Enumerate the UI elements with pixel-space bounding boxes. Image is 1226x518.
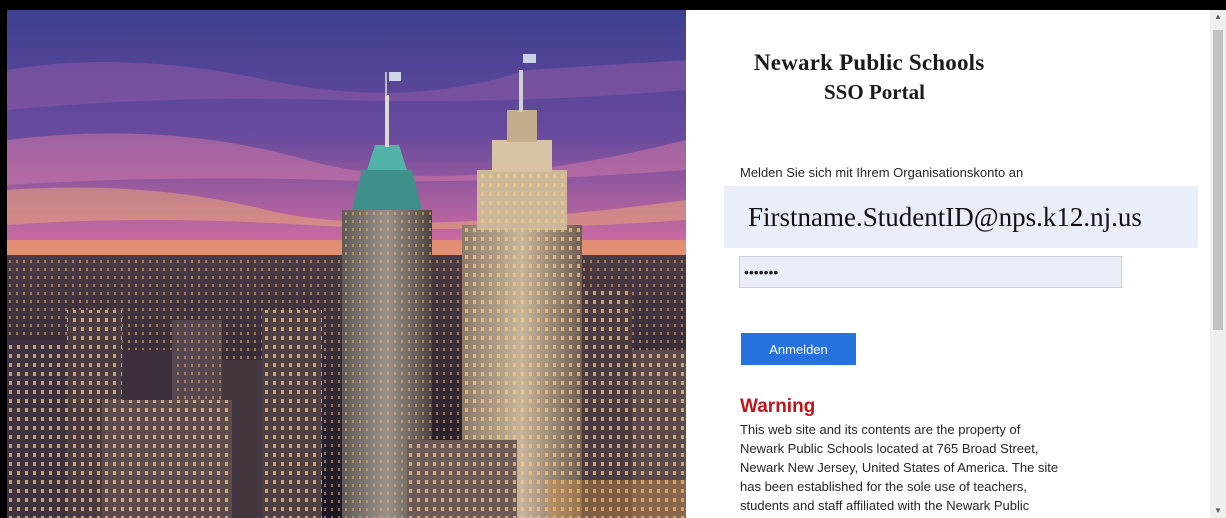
brand-logo: Newark Public Schools SSO Portal [754, 50, 984, 105]
username-input[interactable] [724, 186, 1198, 248]
warning-line: has been established for the sole use of… [740, 479, 1027, 494]
warning-line: students and staff affiliated with the N… [740, 498, 1030, 513]
warning-line: Newark Public Schools located at 765 Bro… [740, 441, 1039, 456]
brand-title: Newark Public Schools [754, 50, 985, 75]
login-panel: Newark Public Schools SSO Portal Melden … [686, 10, 1226, 518]
brand-subtitle: SSO Portal [824, 80, 925, 104]
browser-window: Newark Public Schools SSO Portal Melden … [0, 0, 1226, 518]
warning-text: This web site and its contents are the p… [740, 420, 1110, 515]
signin-prompt: Melden Sie sich mit Ihrem Organisationsk… [740, 165, 1024, 180]
scrollbar-thumb[interactable] [1213, 30, 1223, 330]
hero-city-image [7, 10, 686, 518]
password-input[interactable] [739, 256, 1122, 288]
warning-heading: Warning [740, 396, 816, 417]
warning-line: Newark New Jersey, United States of Amer… [740, 460, 1059, 475]
signin-button[interactable]: Anmelden [741, 333, 856, 365]
city-skyline-illustration [7, 10, 686, 518]
arrow-down-icon[interactable]: ▼ [1210, 504, 1226, 518]
warning-line: This web site and its contents are the p… [740, 422, 1021, 437]
vertical-scrollbar[interactable]: ▲ ▼ [1210, 10, 1226, 518]
arrow-up-icon[interactable]: ▲ [1210, 10, 1226, 24]
